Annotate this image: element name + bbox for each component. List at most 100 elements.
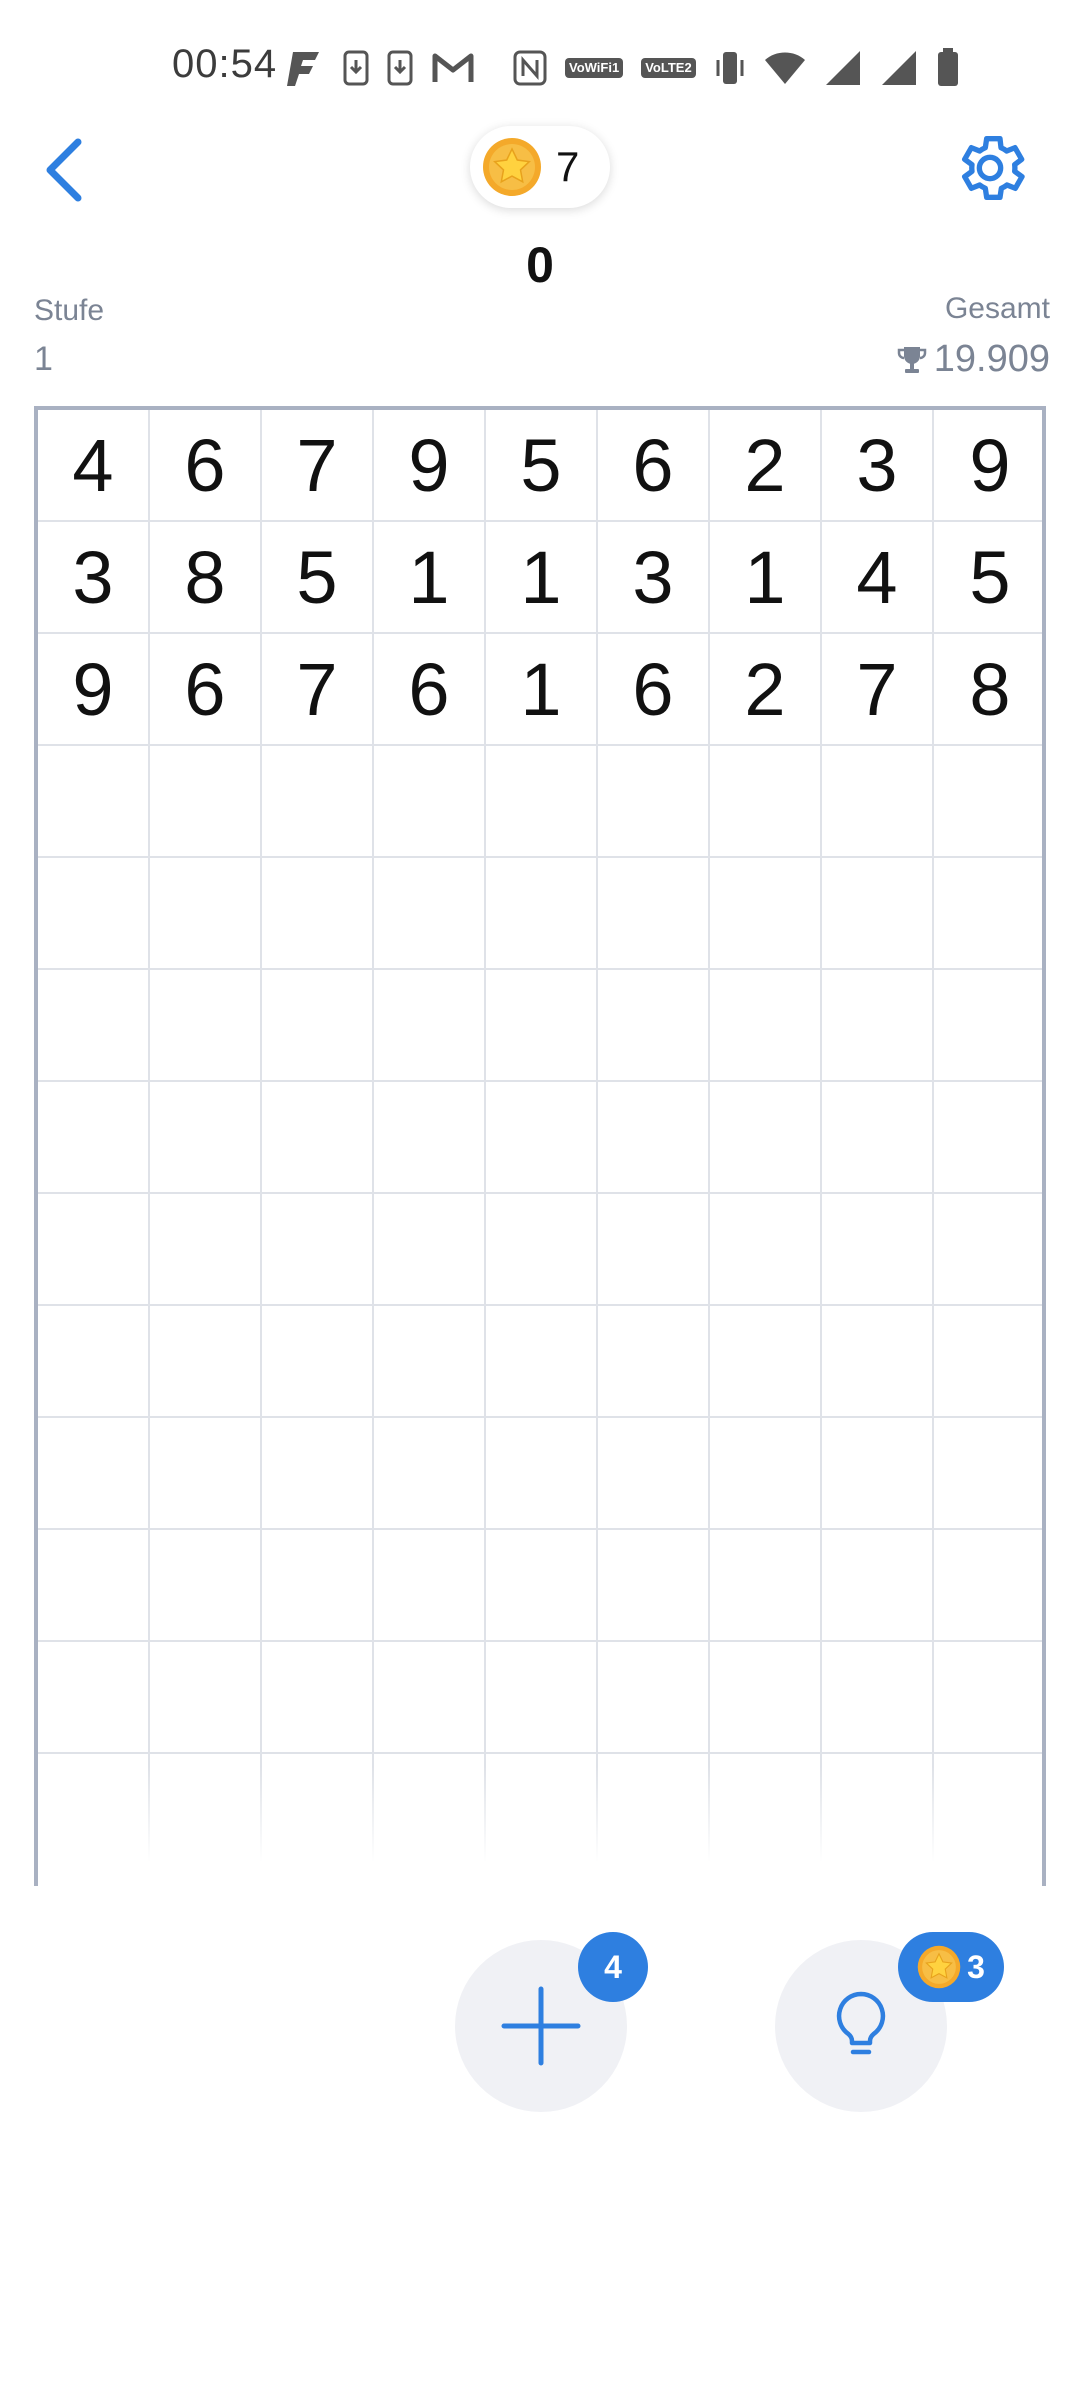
back-button[interactable] (30, 130, 100, 210)
download-icon (343, 48, 369, 88)
empty-cell (38, 970, 150, 1082)
f-app-icon (285, 48, 325, 88)
empty-cell (486, 746, 598, 858)
number-cell[interactable]: 1 (486, 522, 598, 634)
number-cell[interactable]: 3 (598, 522, 710, 634)
empty-cell (710, 1194, 822, 1306)
number-cell[interactable]: 1 (374, 522, 486, 634)
empty-cell (822, 1194, 934, 1306)
empty-cell (710, 1418, 822, 1530)
number-cell[interactable]: 7 (262, 634, 374, 746)
number-cell[interactable]: 9 (374, 410, 486, 522)
number-cell[interactable]: 9 (934, 410, 1042, 522)
empty-cell (934, 970, 1042, 1082)
number-cell[interactable]: 8 (150, 522, 262, 634)
hint-cost: 3 (967, 1948, 985, 1985)
number-cell[interactable]: 7 (822, 634, 934, 746)
number-grid: 467956239385113145967616278 (38, 410, 1042, 1866)
empty-cell (822, 858, 934, 970)
gear-icon (962, 136, 1025, 200)
number-cell[interactable]: 1 (710, 522, 822, 634)
empty-cell (150, 1082, 262, 1194)
empty-cell (822, 1418, 934, 1530)
empty-cell (486, 858, 598, 970)
empty-cell (822, 1530, 934, 1642)
number-cell[interactable]: 7 (262, 410, 374, 522)
empty-cell (38, 1642, 150, 1754)
empty-cell (374, 1530, 486, 1642)
number-cell[interactable]: 6 (150, 410, 262, 522)
number-cell[interactable]: 9 (38, 634, 150, 746)
empty-cell (822, 1082, 934, 1194)
number-cell[interactable]: 6 (598, 634, 710, 746)
empty-cell (598, 1418, 710, 1530)
empty-cell (822, 746, 934, 858)
number-cell[interactable]: 6 (150, 634, 262, 746)
nfc-icon (513, 50, 547, 86)
empty-cell (486, 1418, 598, 1530)
number-cell[interactable]: 2 (710, 410, 822, 522)
number-cell[interactable]: 6 (598, 410, 710, 522)
number-cell[interactable]: 4 (822, 522, 934, 634)
empty-cell (262, 746, 374, 858)
empty-cell (38, 1082, 150, 1194)
total-label: Gesamt (944, 292, 1050, 325)
empty-cell (598, 970, 710, 1082)
empty-cell (38, 746, 150, 858)
empty-cell (150, 858, 262, 970)
empty-cell (38, 858, 150, 970)
empty-cell (598, 1306, 710, 1418)
trophy-icon (897, 346, 927, 373)
empty-cell (150, 1642, 262, 1754)
chevron-left-icon (46, 138, 82, 202)
empty-cell (150, 1306, 262, 1418)
empty-cell (598, 1530, 710, 1642)
wifi-icon (764, 50, 806, 86)
empty-cell (934, 1306, 1042, 1418)
number-cell[interactable]: 3 (822, 410, 934, 522)
level-value: 1 (34, 340, 53, 378)
empty-cell (262, 1530, 374, 1642)
board-fade (38, 1766, 1042, 1886)
number-cell[interactable]: 5 (262, 522, 374, 634)
empty-cell (934, 1642, 1042, 1754)
empty-cell (710, 858, 822, 970)
number-cell[interactable]: 4 (38, 410, 150, 522)
empty-cell (38, 1194, 150, 1306)
empty-cell (934, 1194, 1042, 1306)
star-coin-icon (917, 1945, 961, 1989)
empty-cell (934, 858, 1042, 970)
empty-cell (486, 1194, 598, 1306)
number-cell[interactable]: 1 (486, 634, 598, 746)
coin-balance[interactable]: 7 (470, 126, 610, 208)
empty-cell (374, 746, 486, 858)
empty-cell (374, 1306, 486, 1418)
empty-cell (374, 970, 486, 1082)
settings-button[interactable] (950, 128, 1030, 208)
vowifi-icon: VoWiFi1 (565, 58, 624, 78)
volte-icon: VoLTE2 (641, 58, 696, 78)
number-cell[interactable]: 8 (934, 634, 1042, 746)
empty-cell (710, 970, 822, 1082)
empty-cell (710, 1530, 822, 1642)
empty-cell (934, 1082, 1042, 1194)
number-cell[interactable]: 6 (374, 634, 486, 746)
empty-cell (486, 970, 598, 1082)
number-cell[interactable]: 3 (38, 522, 150, 634)
empty-cell (150, 1418, 262, 1530)
number-cell[interactable]: 5 (486, 410, 598, 522)
empty-cell (262, 1642, 374, 1754)
number-cell[interactable]: 2 (710, 634, 822, 746)
empty-cell (374, 858, 486, 970)
total-score: 19.909 (896, 338, 1050, 381)
add-count-badge: 4 (578, 1932, 648, 2002)
signal-icon (880, 49, 918, 87)
total-value: 19.909 (933, 338, 1050, 380)
empty-cell (374, 1418, 486, 1530)
empty-cell (262, 1418, 374, 1530)
empty-cell (38, 1306, 150, 1418)
empty-cell (38, 1418, 150, 1530)
number-cell[interactable]: 5 (934, 522, 1042, 634)
lightbulb-icon (836, 1991, 886, 2055)
empty-cell (150, 746, 262, 858)
